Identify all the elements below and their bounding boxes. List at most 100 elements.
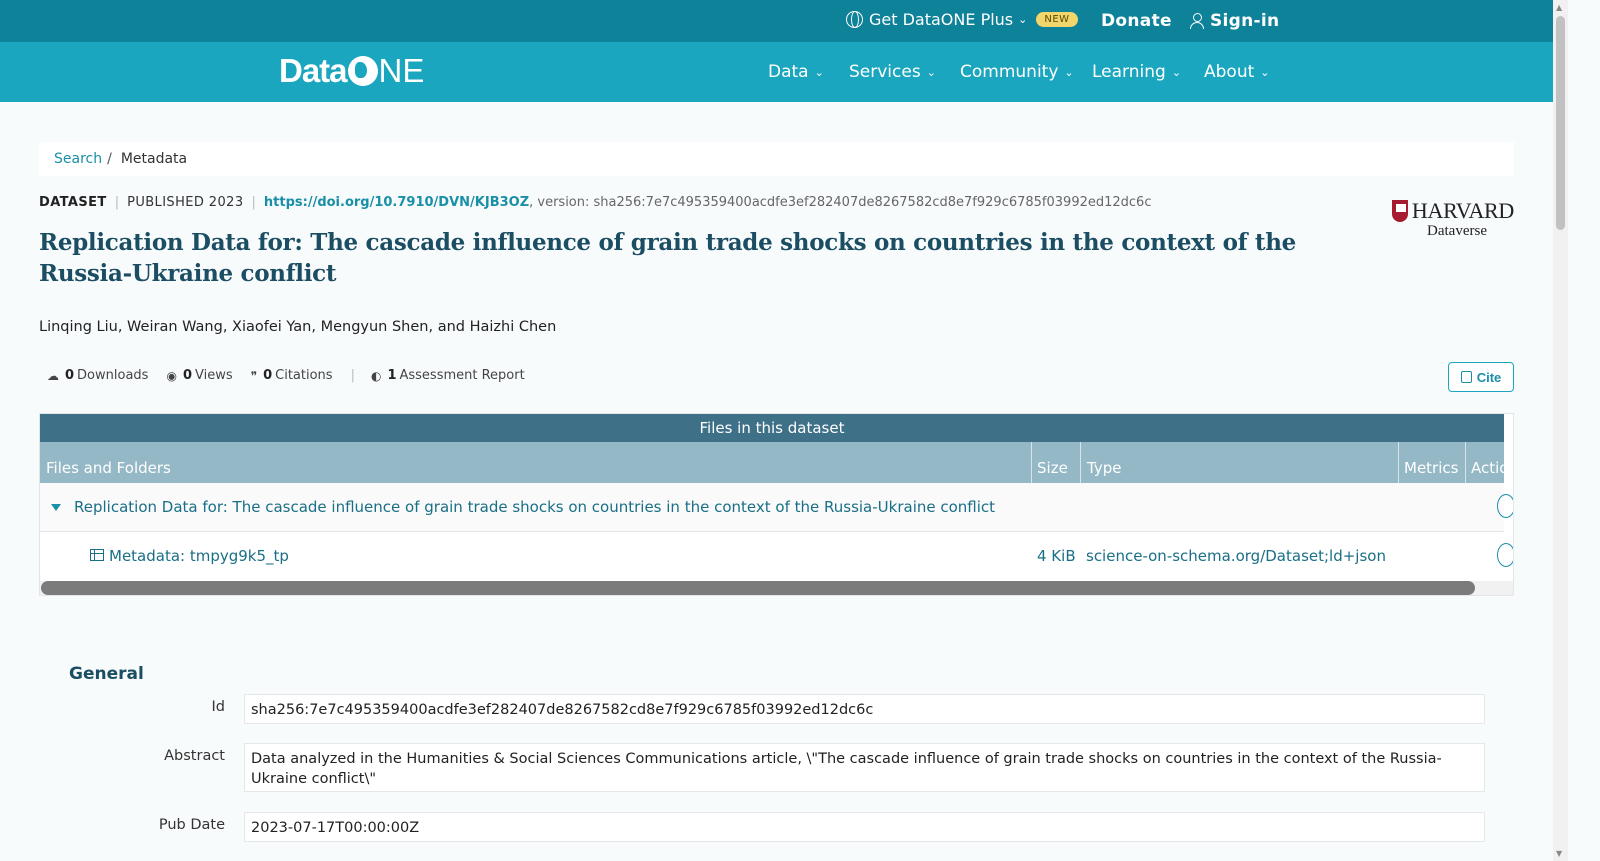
col-size[interactable]: Size [1037,459,1068,477]
chevron-down-icon: ⌄ [1171,65,1182,79]
eye-icon: ◉ [166,368,177,383]
globe-icon [846,11,863,28]
page-scrollbar[interactable]: ▲ ▼ [1553,0,1568,861]
caret-down-icon[interactable] [51,504,61,511]
nav-data[interactable]: Data ⌄ [768,62,824,82]
breadcrumb: Search / Metadata [39,142,1514,176]
scroll-up-arrow-icon[interactable]: ▲ [1556,3,1562,12]
file-name[interactable]: Metadata: tmpyg9k5_tp [109,547,289,565]
divider: | [251,195,256,210]
general-heading: General [69,664,144,684]
assessment-report-stat[interactable]: ◐ 1 Assessment Report [371,368,525,383]
user-icon [1190,13,1204,29]
chevron-down-icon: ⌄ [1018,13,1028,26]
citations-count: 0 [263,368,273,383]
breadcrumb-current: Metadata [120,151,188,167]
repository-name: HARVARD [1411,198,1514,223]
get-dataone-plus-menu[interactable]: Get DataONE Plus ⌄ NEW [846,10,1078,29]
chevron-down-icon: ⌄ [814,65,824,79]
views-stat: ◉ 0 Views [166,368,232,383]
gauge-icon: ◐ [370,368,382,383]
chevron-down-icon: ⌄ [926,65,936,79]
get-dataone-plus-label: Get DataONE Plus [869,10,1014,29]
nav-label: Services [849,62,921,82]
quote-icon: ❞ [250,368,258,383]
nav-community[interactable]: Community ⌄ [960,62,1074,82]
dataone-logo[interactable]: Data NE [279,52,424,90]
dataset-meta-line: DATASET | PUBLISHED 2023 | https://doi.o… [39,195,1151,210]
dataset-authors: Linqing Liu, Weiran Wang, Xiaofei Yan, M… [39,319,557,335]
nav-about[interactable]: About ⌄ [1204,62,1269,82]
nav-label: Data [768,62,809,82]
logo-text-ne: NE [378,52,425,89]
divider: | [114,195,120,210]
breadcrumb-search-link[interactable]: Search [54,151,102,167]
nav-label: Learning [1092,62,1166,82]
folder-name[interactable]: Replication Data for: The cascade influe… [74,498,995,516]
dataset-title: Replication Data for: The cascade influe… [39,229,1297,287]
downloads-stat: ☁ 0 Downloads [47,368,148,383]
dataset-stats: ☁ 0 Downloads ◉ 0 Views ❞ 0 Citations | … [47,368,543,383]
reports-label: Assessment Report [399,368,525,383]
globe-logo-icon [347,56,378,86]
field-label-id: Id [211,699,225,715]
table-icon [90,549,104,561]
divider: | [350,368,355,383]
files-table-caption: Files in this dataset [40,414,1504,442]
col-type[interactable]: Type [1087,459,1121,477]
field-label-abstract: Abstract [164,748,225,764]
harvard-dataverse-logo[interactable]: HARVARD Dataverse [1392,198,1514,240]
version-text: , version: sha256:7e7c495359400acdfe3ef2… [529,195,1152,210]
field-value-pub-date: 2023-07-17T00:00:00Z [244,812,1485,842]
col-metrics[interactable]: Metrics [1404,459,1458,477]
scroll-down-arrow-icon[interactable]: ▼ [1556,849,1562,858]
action-icon[interactable] [1497,543,1513,567]
cite-label: Cite [1476,369,1502,385]
field-label-pub-date: Pub Date [158,817,225,833]
citations-label: Citations [275,368,333,383]
breadcrumb-separator: / [107,151,112,167]
page-scrollbar-thumb[interactable] [1556,16,1565,230]
new-badge: NEW [1036,12,1078,27]
column-divider [1398,442,1399,483]
repository-sub: Dataverse [1427,223,1487,239]
views-label: Views [194,368,233,383]
nav-services[interactable]: Services ⌄ [849,62,936,82]
logo-text-data: Data [279,52,348,89]
col-actions[interactable]: Actio [1471,459,1508,477]
harvard-shield-icon [1392,200,1408,222]
column-divider [1080,442,1081,483]
sign-in-label: Sign-in [1210,11,1280,31]
table-scrollbar-thumb[interactable] [41,581,1475,595]
column-divider [1031,442,1032,483]
top-bar: Get DataONE Plus ⌄ NEW Donate Sign-in [0,0,1553,42]
table-horizontal-scrollbar[interactable] [40,581,1513,595]
chevron-down-icon: ⌄ [1064,65,1074,79]
dataset-type-label: DATASET [39,195,107,210]
col-files-and-folders[interactable]: Files and Folders [46,459,171,477]
cloud-download-icon: ☁ [47,368,59,383]
downloads-label: Downloads [77,368,149,383]
action-icon[interactable] [1497,494,1513,518]
file-type: science-on-schema.org/Dataset;ld+json [1086,547,1386,565]
doi-link[interactable]: https://doi.org/10.7910/DVN/KJB3OZ [264,195,529,210]
copy-icon [1460,371,1472,383]
nav-learning[interactable]: Learning ⌄ [1092,62,1181,82]
files-table: Files in this dataset Files and Folders … [39,413,1514,596]
chevron-down-icon: ⌄ [1260,65,1270,79]
column-divider [1465,442,1466,483]
nav-label: Community [960,62,1059,82]
citations-stat: ❞ 0 Citations [251,368,333,383]
table-row-folder[interactable]: Replication Data for: The cascade influe… [40,483,1513,532]
cite-button[interactable]: Cite [1448,362,1514,392]
main-nav-bar: Data NE Data ⌄ Services ⌄ Community ⌄ Learni… [0,42,1553,102]
published-year: PUBLISHED 2023 [127,195,244,210]
table-row-file[interactable]: Metadata: tmpyg9k5_tp 4 KiB science-on-s… [40,532,1513,581]
donate-link[interactable]: Donate [1101,11,1172,31]
field-value-id: sha256:7e7c495359400acdfe3ef282407de8267… [244,694,1485,724]
reports-count: 1 [387,368,397,383]
field-value-abstract: Data analyzed in the Humanities & Social… [244,743,1485,792]
file-size: 4 KiB [1037,547,1076,565]
sign-in-link[interactable]: Sign-in [1190,11,1279,31]
nav-label: About [1204,62,1255,82]
